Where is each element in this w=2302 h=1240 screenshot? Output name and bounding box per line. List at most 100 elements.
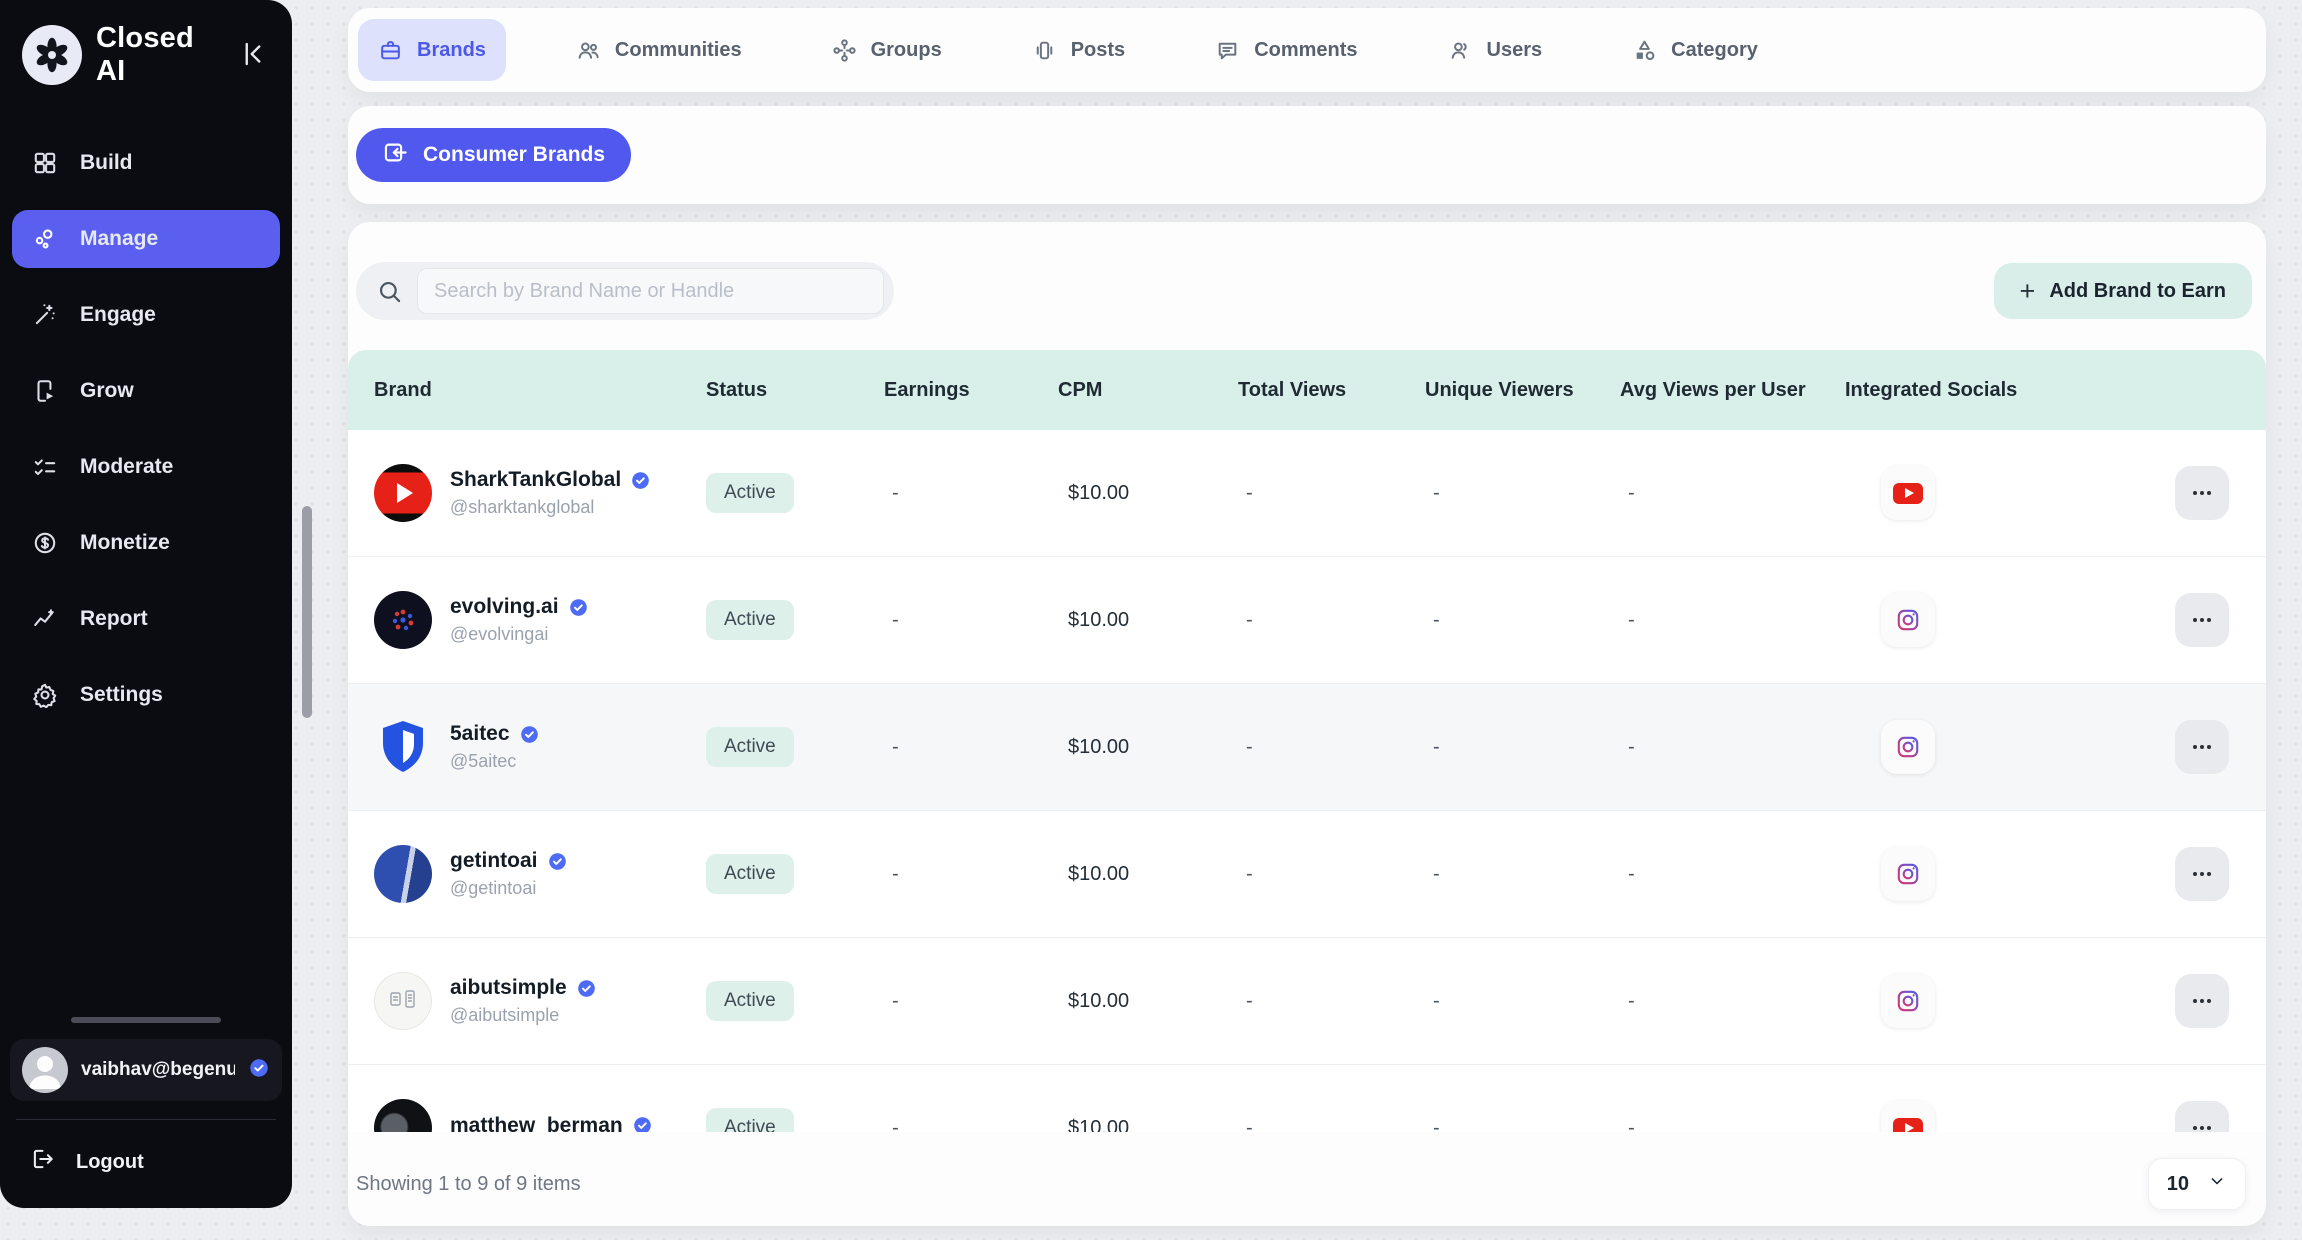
sidebar-item-settings[interactable]: Settings [12, 666, 280, 724]
sidebar-horizontal-scrollbar[interactable] [71, 1017, 221, 1023]
tab-brands[interactable]: Brands [358, 19, 506, 81]
wallet-arrow-icon [382, 139, 409, 172]
row-actions-button[interactable] [2175, 593, 2229, 647]
user-email: vaibhav@begenu... [81, 1059, 235, 1081]
avg-views-value: - [1628, 609, 1845, 632]
status-badge: Active [706, 727, 794, 767]
users-icon [1448, 38, 1473, 63]
add-brand-button[interactable]: + Add Brand to Earn [1994, 263, 2252, 319]
unique-viewers-value: - [1433, 990, 1620, 1013]
sidebar-item-build[interactable]: Build [12, 134, 280, 192]
tab-users[interactable]: Users [1428, 19, 1563, 81]
sidebar-collapse-icon[interactable] [234, 35, 272, 76]
row-actions-button[interactable] [2175, 720, 2229, 774]
tab-label: Users [1487, 39, 1543, 62]
user-account-card[interactable]: vaibhav@begenu... [10, 1039, 282, 1101]
tab-label: Communities [615, 39, 742, 62]
verified-badge-icon [519, 724, 540, 745]
unique-viewers-value: - [1433, 609, 1620, 632]
tab-label: Posts [1071, 39, 1125, 62]
total-views-value: - [1246, 482, 1425, 505]
brand-avatar-aibutsimple [374, 972, 432, 1030]
sidebar-item-grow[interactable]: Grow [12, 362, 280, 420]
earnings-value: - [892, 736, 1058, 759]
tab-posts[interactable]: Posts [1012, 19, 1145, 81]
sidebar-item-moderate[interactable]: Moderate [12, 438, 280, 496]
status-badge: Active [706, 1108, 794, 1132]
earnings-value: - [892, 482, 1058, 505]
sidebar-item-label: Moderate [80, 455, 173, 479]
sidebar-item-report[interactable]: Report [12, 590, 280, 648]
tab-label: Category [1671, 39, 1758, 62]
cpm-value: $10.00 [1068, 1117, 1238, 1133]
tab-comments[interactable]: Comments [1195, 19, 1377, 81]
instagram-icon [1881, 593, 1935, 647]
status-badge: Active [706, 981, 794, 1021]
page-size-select[interactable]: 10 [2148, 1158, 2246, 1210]
avg-views-value: - [1628, 990, 1845, 1013]
total-views-value: - [1246, 990, 1425, 1013]
magic-wand-icon [32, 302, 58, 328]
chevron-down-icon [2207, 1171, 2227, 1197]
verified-badge-icon [630, 470, 651, 491]
row-actions-button[interactable] [2175, 847, 2229, 901]
column-header-status: Status [706, 379, 884, 402]
vertical-scrollbar-thumb[interactable] [302, 506, 312, 718]
brands-panel: + Add Brand to Earn Brand Status Earning… [348, 222, 2266, 1226]
brand-handle: @aibutsimple [450, 1005, 597, 1026]
table-row[interactable]: aibutsimple @aibutsimple Active - $10.00… [348, 938, 2266, 1065]
phone-play-icon [32, 378, 58, 404]
table-row[interactable]: matthew_berman Active - $10.00 - - - [348, 1065, 2266, 1132]
row-actions-button[interactable] [2175, 1101, 2229, 1132]
verified-badge-icon [568, 597, 589, 618]
tab-groups[interactable]: Groups [812, 19, 962, 81]
column-header-integrated-socials: Integrated Socials [1845, 379, 2175, 402]
verified-badge-icon [576, 978, 597, 999]
app-title: Closed AI [96, 22, 220, 88]
table-row[interactable]: SharkTankGlobal @sharktankglobal Active … [348, 430, 2266, 557]
top-tab-bar: Brands Communities Groups Posts Comments… [348, 8, 2266, 92]
row-actions-button[interactable] [2175, 466, 2229, 520]
pagination-summary: Showing 1 to 9 of 9 items [356, 1173, 581, 1196]
briefcase-icon [378, 38, 403, 63]
people-icon [576, 38, 601, 63]
search-input[interactable] [417, 268, 884, 314]
avg-views-value: - [1628, 863, 1845, 886]
row-actions-button[interactable] [2175, 974, 2229, 1028]
sidebar-item-label: Monetize [80, 531, 170, 555]
column-header-avg-views: Avg Views per User [1620, 379, 1845, 402]
column-header-cpm: CPM [1058, 379, 1238, 402]
add-brand-label: Add Brand to Earn [2049, 280, 2226, 303]
youtube-icon [1881, 1101, 1935, 1132]
brand-handle: @evolvingai [450, 624, 589, 645]
sidebar-item-manage[interactable]: Manage [12, 210, 280, 268]
shapes-icon [1632, 38, 1657, 63]
earnings-value: - [892, 1117, 1058, 1133]
sidebar-nav: Build Manage Engage Grow Moderate Moneti… [0, 134, 292, 742]
table-row[interactable]: 5aitec @5aitec Active - $10.00 - - - [348, 684, 2266, 811]
sidebar-item-monetize[interactable]: Monetize [12, 514, 280, 572]
brand-name: aibutsimple [450, 976, 567, 1000]
tab-communities[interactable]: Communities [556, 19, 762, 81]
cpm-value: $10.00 [1068, 863, 1238, 886]
instagram-icon [1881, 974, 1935, 1028]
logout-button[interactable]: Logout [10, 1138, 282, 1184]
cpm-value: $10.00 [1068, 990, 1238, 1013]
table-row[interactable]: evolving.ai @evolvingai Active - $10.00 … [348, 557, 2266, 684]
sidebar-item-engage[interactable]: Engage [12, 286, 280, 344]
mobile-post-icon [1032, 38, 1057, 63]
avg-views-value: - [1628, 1117, 1845, 1133]
brand-avatar-getintoai [374, 845, 432, 903]
sidebar-item-label: Engage [80, 303, 156, 327]
table-toolbar: + Add Brand to Earn [348, 222, 2266, 320]
verified-badge-icon [248, 1057, 270, 1084]
tab-category[interactable]: Category [1612, 19, 1778, 81]
sidebar-header: Closed AI [0, 0, 292, 88]
comment-icon [1215, 38, 1240, 63]
brand-avatar-shield [374, 718, 432, 776]
cpm-value: $10.00 [1068, 482, 1238, 505]
consumer-brands-button[interactable]: Consumer Brands [356, 128, 631, 182]
table-row[interactable]: getintoai @getintoai Active - $10.00 - -… [348, 811, 2266, 938]
brand-avatar-evolving [374, 591, 432, 649]
tab-label: Groups [871, 39, 942, 62]
